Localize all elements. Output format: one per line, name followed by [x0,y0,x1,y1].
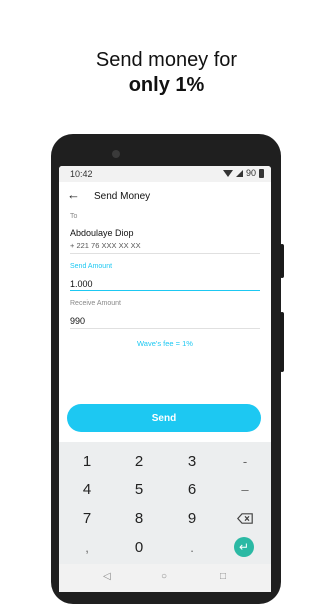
key-period[interactable]: . [167,539,217,557]
promo-headline: Send money for only 1% [0,48,333,98]
receive-amount-label: Receive Amount [70,300,121,307]
promo-line-1: Send money for [95,49,238,71]
key-3[interactable]: 3 [167,453,217,471]
nav-home-icon[interactable]: ○ [161,571,167,582]
volume-button [280,244,284,278]
key-comma[interactable]: , [62,539,112,557]
key-1[interactable]: 1 [62,453,112,471]
key-8[interactable]: 8 [114,510,164,528]
nav-back-icon[interactable]: ◁ [103,571,111,582]
key-6[interactable]: 6 [167,481,217,499]
page-title: Send Money [94,191,151,202]
key-4[interactable]: 4 [62,481,112,499]
power-button [280,312,284,372]
key-2[interactable]: 2 [114,453,164,471]
signal-icon [235,169,243,177]
key-5[interactable]: 5 [114,481,164,499]
send-amount-underline [70,290,260,291]
promo-line-2: only 1% [128,74,205,96]
status-icons: 90 [222,168,264,178]
recipient-name: Abdoulaye Diop [70,228,134,238]
receive-amount-underline [70,328,260,329]
battery-level: 90 [245,168,256,178]
backspace-icon[interactable] [237,513,253,524]
system-navbar: ◁ ○ □ [59,564,271,592]
status-time: 10:42 [70,169,93,179]
nav-recents-icon[interactable]: □ [220,571,226,582]
enter-icon[interactable]: ↵ [234,537,254,557]
battery-icon [259,168,264,178]
app-bar: ← Send Money [59,182,271,210]
send-button[interactable]: Send [67,404,261,432]
front-camera [112,150,120,158]
phone-screen: 10:42 90 ← Send Money To Abdoulaye Diop … [59,166,271,592]
numeric-keypad: 1 2 3 - 4 5 6 – 7 8 9 , 0 . ↵ [59,442,271,564]
key-9[interactable]: 9 [167,510,217,528]
fee-text: Wave's fee = 1% [137,339,193,348]
wifi-icon [222,169,233,177]
send-amount-input[interactable]: 1.000 [70,279,93,289]
send-amount-label: Send Amount [70,263,113,270]
recipient-divider [70,253,260,254]
status-bar: 10:42 90 [59,166,271,182]
key-0[interactable]: 0 [114,539,164,557]
arrow-left-icon[interactable]: ← [67,187,80,202]
key-dash[interactable]: – [220,481,270,499]
recipient-phone: + 221 76 XXX XX XX [70,241,141,250]
receive-amount-field[interactable]: 990 [70,316,85,326]
key-7[interactable]: 7 [62,510,112,528]
to-label: To [70,213,78,220]
key-minus[interactable]: - [220,453,270,471]
